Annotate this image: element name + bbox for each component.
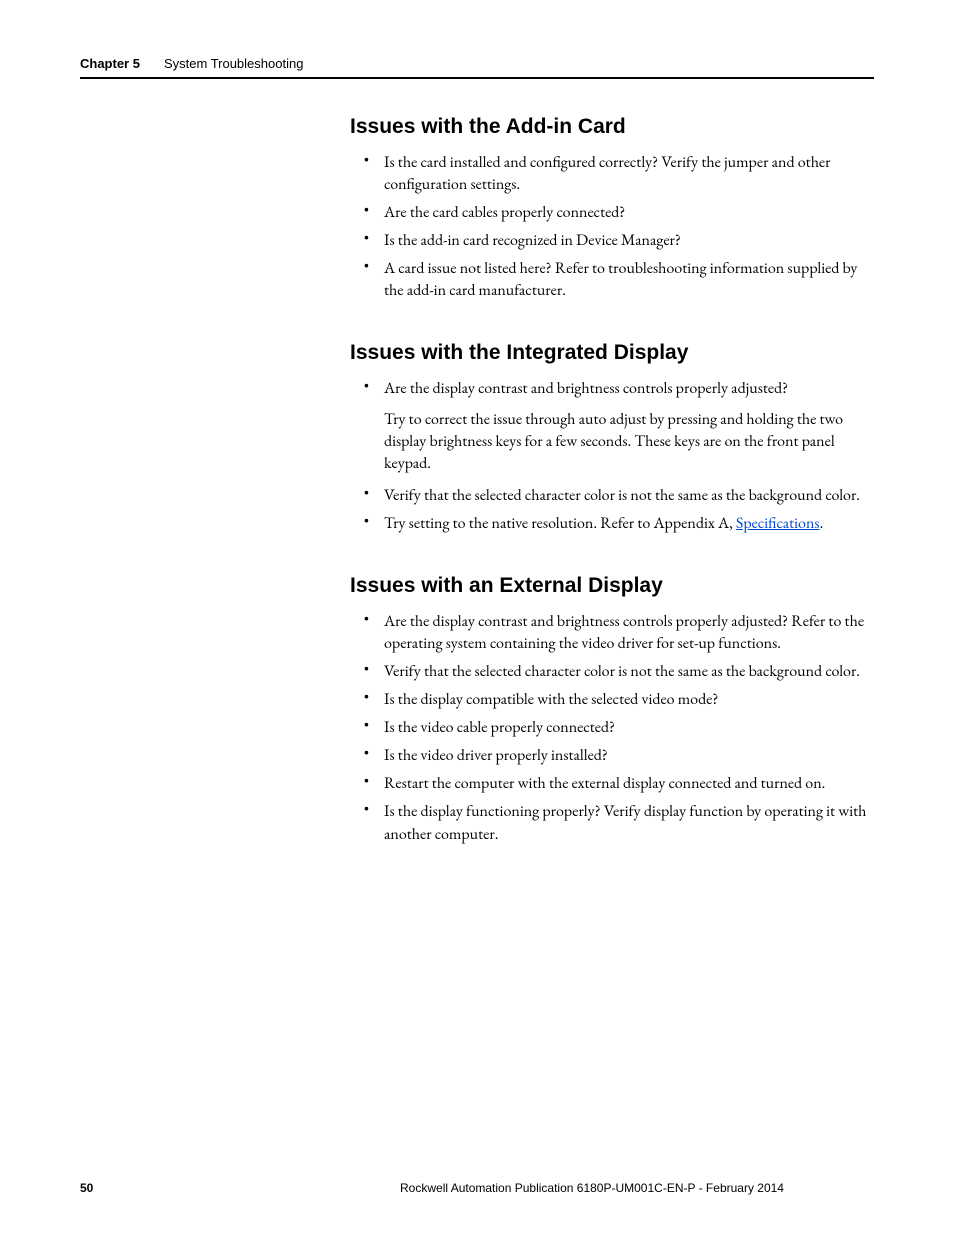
section-external-display: Issues with an External Display Are the … xyxy=(350,574,874,845)
list-item: Is the display functioning properly? Ver… xyxy=(350,800,874,844)
chapter-title: System Troubleshooting xyxy=(164,56,303,71)
list-text: A card issue not listed here? Refer to t… xyxy=(384,257,857,300)
list-text: Are the display contrast and brightness … xyxy=(384,610,864,653)
list-item: Restart the computer with the external d… xyxy=(350,772,874,794)
body-content: Issues with the Add-in Card Is the card … xyxy=(350,115,874,845)
specifications-link[interactable]: Specifications xyxy=(736,512,820,533)
page-number: 50 xyxy=(80,1181,310,1195)
list-text: Is the display functioning properly? Ver… xyxy=(384,800,866,843)
bullet-list: Are the display contrast and brightness … xyxy=(350,377,874,399)
list-text: Verify that the selected character color… xyxy=(384,660,860,681)
list-item: Is the display compatible with the selec… xyxy=(350,688,874,710)
list-text: Are the card cables properly connected? xyxy=(384,201,625,222)
list-item: Are the display contrast and brightness … xyxy=(350,377,874,399)
section-heading: Issues with the Add-in Card xyxy=(350,115,874,139)
list-text: Verify that the selected character color… xyxy=(384,484,860,505)
bullet-list: Verify that the selected character color… xyxy=(350,484,874,534)
list-text: Is the card installed and configured cor… xyxy=(384,151,831,194)
list-item: Verify that the selected character color… xyxy=(350,484,874,506)
list-text: Is the display compatible with the selec… xyxy=(384,688,718,709)
running-header: Chapter 5 System Troubleshooting xyxy=(80,56,874,79)
list-item: Verify that the selected character color… xyxy=(350,660,874,682)
list-item: Is the add-in card recognized in Device … xyxy=(350,229,874,251)
list-text: Restart the computer with the external d… xyxy=(384,772,825,793)
section-integrated-display: Issues with the Integrated Display Are t… xyxy=(350,341,874,533)
list-item: Try setting to the native resolution. Re… xyxy=(350,512,874,534)
list-item: Are the card cables properly connected? xyxy=(350,201,874,223)
section-add-in-card: Issues with the Add-in Card Is the card … xyxy=(350,115,874,301)
list-item: Are the display contrast and brightness … xyxy=(350,610,874,654)
bullet-list: Are the display contrast and brightness … xyxy=(350,610,874,845)
section-heading: Issues with an External Display xyxy=(350,574,874,598)
chapter-label: Chapter 5 xyxy=(80,56,140,71)
publication-id: Rockwell Automation Publication 6180P-UM… xyxy=(310,1181,874,1195)
list-item: Is the card installed and configured cor… xyxy=(350,151,874,195)
list-item: Is the video driver properly installed? xyxy=(350,744,874,766)
list-item: Is the video cable properly connected? xyxy=(350,716,874,738)
bullet-list: Is the card installed and configured cor… xyxy=(350,151,874,301)
sub-paragraph: Try to correct the issue through auto ad… xyxy=(350,408,874,474)
list-text-post: . xyxy=(820,512,824,533)
list-text: Is the video cable properly connected? xyxy=(384,716,615,737)
page-footer: 50 Rockwell Automation Publication 6180P… xyxy=(80,1181,874,1195)
list-text: Is the video driver properly installed? xyxy=(384,744,608,765)
list-item: A card issue not listed here? Refer to t… xyxy=(350,257,874,301)
list-text: Is the add-in card recognized in Device … xyxy=(384,229,681,250)
list-text: Are the display contrast and brightness … xyxy=(384,377,788,398)
list-text-pre: Try setting to the native resolution. Re… xyxy=(384,512,736,533)
section-heading: Issues with the Integrated Display xyxy=(350,341,874,365)
